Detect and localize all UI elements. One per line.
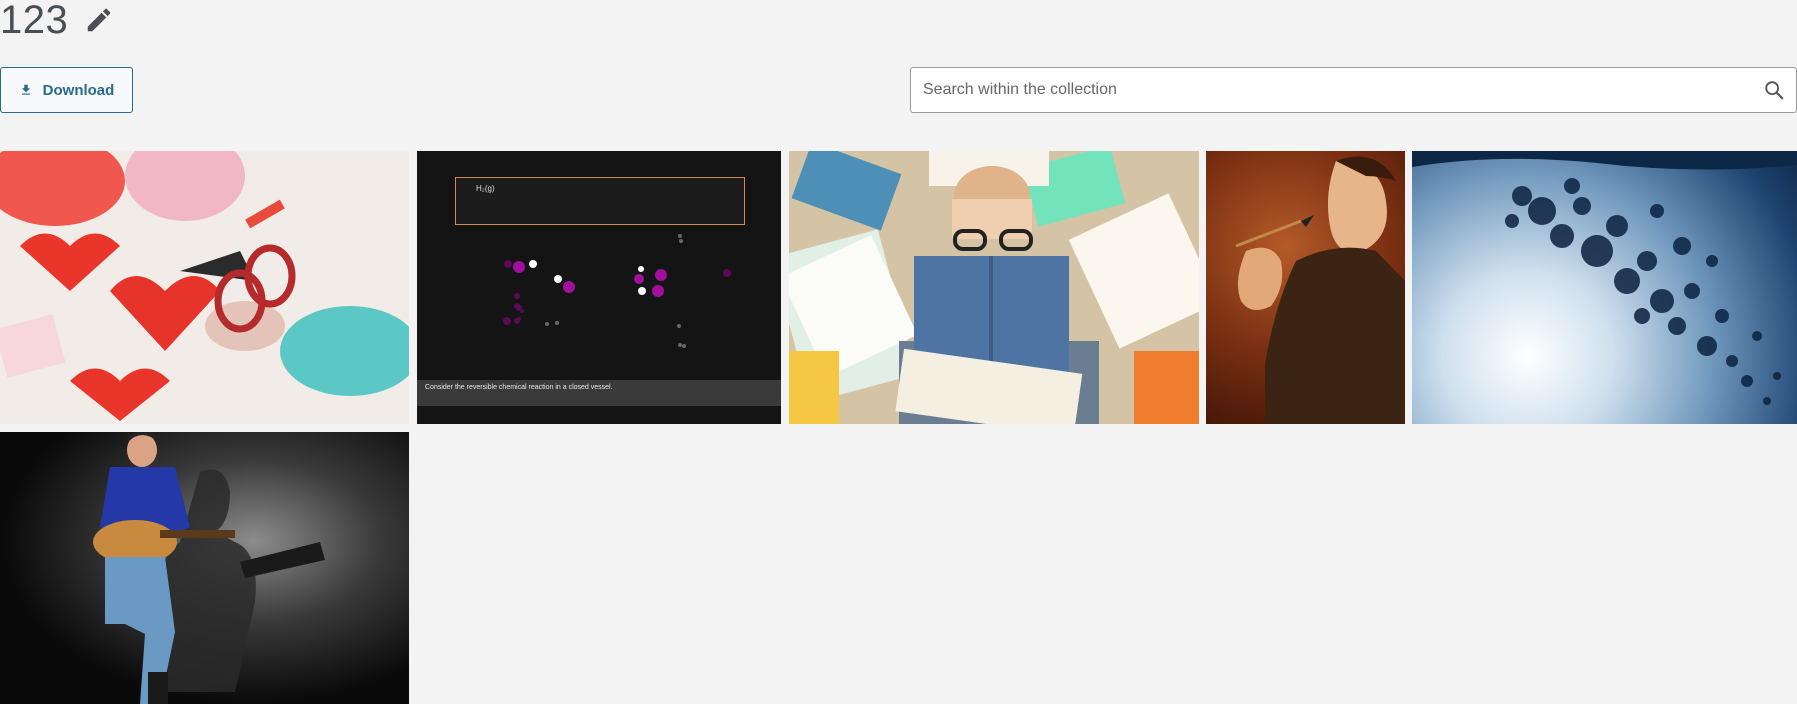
- search-icon: [1765, 81, 1784, 100]
- man-with-books-image: [789, 151, 1199, 424]
- download-button[interactable]: Download: [0, 67, 133, 113]
- pencil-icon: [88, 8, 111, 32]
- man-with-dart-image: [1235, 156, 1405, 424]
- search-button[interactable]: [1752, 68, 1796, 112]
- search-input[interactable]: [911, 68, 1752, 112]
- guitarist-image: [93, 432, 325, 704]
- gallery-item-water-bubbles[interactable]: [1412, 151, 1797, 424]
- gallery-item-crafts-hearts[interactable]: [0, 151, 409, 424]
- crafts-hearts-image: [0, 151, 409, 424]
- download-label: Download: [42, 81, 115, 99]
- collection-search: [910, 67, 1797, 113]
- edit-title-button[interactable]: [82, 3, 116, 37]
- gallery-item-man-with-books[interactable]: [789, 151, 1199, 424]
- collection-header: 123: [0, 0, 116, 40]
- download-icon: [21, 84, 30, 95]
- formula-label-box: H₂(g): [455, 177, 745, 225]
- gallery-item-man-with-dart[interactable]: [1206, 151, 1405, 424]
- gallery-item-chemistry-video[interactable]: H₂(g) Consider the reversible chemical r…: [417, 151, 781, 424]
- video-caption: Consider the reversible chemical reactio…: [417, 380, 781, 406]
- gallery-item-guitarist[interactable]: [0, 432, 409, 704]
- water-bubbles-image: [1412, 151, 1797, 405]
- formula-label: H₂(g): [476, 184, 495, 193]
- collection-title: 123: [0, 0, 69, 42]
